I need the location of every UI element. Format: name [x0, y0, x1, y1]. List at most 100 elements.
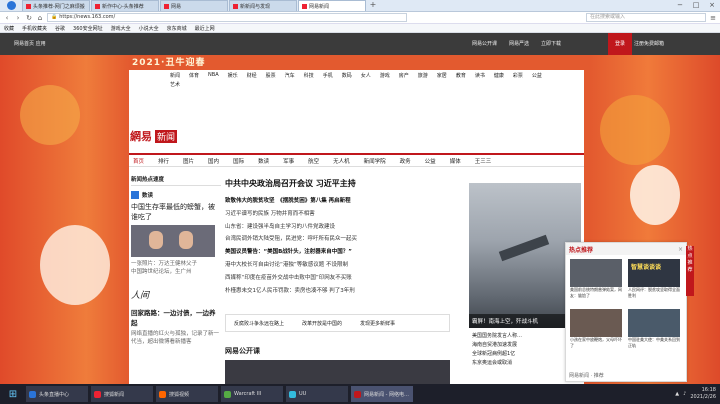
topnav-link[interactable]: 汽车 — [285, 72, 295, 79]
news-item[interactable]: 美国议员警告：“美国B战针头，注射器来自中国？” — [225, 246, 450, 259]
topnav-link[interactable]: 读书 — [475, 72, 485, 79]
taskbar-app[interactable]: 网易新闻 - 网络电… — [351, 386, 413, 402]
tab-4[interactable]: 新新闻与发现 — [229, 0, 297, 11]
topnav-link[interactable]: 健康 — [494, 72, 504, 79]
maximize-icon[interactable]: □ — [688, 0, 704, 11]
story-title[interactable]: 中国生存率最低的螃蟹，被谁吃了 — [131, 202, 221, 222]
channel-link[interactable]: 图片 — [183, 157, 194, 165]
news-item[interactable]: 台湾民调外销大陆受阻，民进党：呼吁所有民众一起买 — [225, 233, 450, 246]
topnav-link[interactable]: 娱乐 — [228, 72, 238, 79]
topnav-link[interactable]: NBA — [208, 72, 219, 79]
hot-item[interactable]: 中国驻美大使：中美关系回到正轨 — [628, 309, 680, 349]
minimize-icon[interactable]: − — [672, 0, 688, 11]
ticker-item[interactable]: 反腐败斗争永远在路上 — [234, 320, 284, 327]
top-link[interactable]: 立即下载 — [541, 40, 561, 47]
topnav-link[interactable]: 艺术 — [170, 81, 180, 88]
search-input[interactable]: 在此搜索或输入 — [586, 13, 706, 22]
hot-side-tab[interactable]: 热点推荐 — [686, 246, 694, 296]
channel-link[interactable]: 国际 — [233, 157, 244, 165]
topnav-link[interactable]: 家居 — [437, 72, 447, 79]
channel-link[interactable]: 新闻学院 — [364, 157, 386, 165]
section-label[interactable]: 数读 — [142, 191, 153, 199]
new-tab-button[interactable]: + — [367, 0, 379, 11]
login-button[interactable]: 登录 — [608, 33, 632, 55]
bookmark-item[interactable]: 最近上网 — [195, 25, 215, 32]
topnav-link[interactable]: 新闻 — [170, 72, 180, 79]
top-link[interactable]: 网易公开课 — [472, 40, 497, 47]
taskbar-app[interactable]: Warcraft III — [221, 386, 283, 402]
topnav-link[interactable]: 旅游 — [418, 72, 428, 79]
bookmark-item[interactable]: 收藏 — [4, 25, 14, 32]
channel-link[interactable]: 政务 — [400, 157, 411, 165]
news-item[interactable]: 致敬伟大的脱贫攻坚 《摆脱贫困》第八集 再启新程 — [225, 195, 450, 208]
channel-link[interactable]: 数读 — [258, 157, 269, 165]
news-item[interactable]: 西媒称“印度在疫苗外交战中击败中国”印网友不买账 — [225, 272, 450, 285]
channel-link[interactable]: 王三三 — [475, 157, 492, 165]
forward-icon[interactable]: › — [14, 14, 22, 22]
topnav-link[interactable]: 彩票 — [513, 72, 523, 79]
volume-icon[interactable]: ♪ — [683, 391, 686, 397]
topnav-link[interactable]: 公益 — [532, 72, 542, 79]
netease-news-logo[interactable]: 網易 新闻 — [130, 128, 190, 144]
hot-item[interactable]: 智慧谈谈谈 人民网评：脱贫攻坚取得全面胜利 — [628, 259, 680, 299]
reload-icon[interactable]: ↻ — [25, 14, 33, 22]
tab-2[interactable]: 新作中心-头条推荐 — [91, 0, 159, 11]
taskbar-app[interactable]: 搜狐新闻 — [91, 386, 153, 402]
top-link[interactable]: 网易严选 — [509, 40, 529, 47]
channel-link[interactable]: 媒体 — [450, 157, 461, 165]
tab-1[interactable]: 头条推荐-网门之麻烦搬 — [22, 0, 90, 11]
back-icon[interactable]: ‹ — [3, 14, 11, 22]
tab-3[interactable]: 网易 — [160, 0, 228, 11]
open-class-heading[interactable]: 网易公开课 — [225, 346, 260, 356]
site-top-left[interactable]: 网易首页 应用 — [14, 40, 46, 47]
topnav-link[interactable]: 房产 — [399, 72, 409, 79]
url-input[interactable]: 🔒 https://news.163.com/ — [47, 13, 407, 22]
channel-link[interactable]: 航空 — [308, 157, 319, 165]
bookmark-item[interactable]: 小说大全 — [139, 25, 159, 32]
topnav-link[interactable]: 数码 — [342, 72, 352, 79]
channel-link[interactable]: 排行 — [158, 157, 169, 165]
news-item[interactable]: 习近平谱写的民族 万物并育而不相害 — [225, 208, 450, 221]
news-item[interactable]: 朴槿惠未交1亿人民币罚款：卖房也凑不够 判了3年刑 — [225, 285, 450, 298]
channel-link[interactable]: 国内 — [208, 157, 219, 165]
story-photo[interactable] — [131, 225, 215, 257]
news-item[interactable]: 山东省：建设强半岛自主学习的八件党政建设 — [225, 221, 450, 234]
topnav-link[interactable]: 游戏 — [380, 72, 390, 79]
topnav-link[interactable]: 财经 — [247, 72, 257, 79]
ticker-item[interactable]: 改革开放是中国的 — [302, 320, 342, 327]
channel-link[interactable]: 首页 — [133, 157, 144, 165]
home-icon[interactable]: ⌂ — [36, 14, 44, 22]
open-class-image[interactable] — [225, 360, 450, 384]
hot-item[interactable]: 美国前总统特朗普弹劾案，网友：尴尬了 — [570, 259, 622, 299]
start-button[interactable]: ⊞ — [3, 385, 23, 403]
person-sub[interactable]: 网络直播的红火与孤独，记录了新一代当，超出微博看新播客 — [131, 330, 221, 346]
bookmark-item[interactable]: 手机收藏夹 — [22, 25, 47, 32]
clock[interactable]: 16:18 2021/2/26 — [690, 387, 716, 401]
taskbar-app[interactable]: 搜狐视频 — [156, 386, 218, 402]
browser-logo-icon[interactable] — [0, 0, 22, 11]
photo-caption[interactable]: 一张照片：万达王健林父子 — [131, 260, 221, 268]
topnav-link[interactable]: 体育 — [189, 72, 199, 79]
menu-icon[interactable]: ≡ — [709, 14, 717, 22]
channel-link[interactable]: 无人机 — [333, 157, 350, 165]
news-item[interactable]: 港中大校长可自由讨论“港独”等敏感议题 不设限制 — [225, 259, 450, 272]
network-icon[interactable]: ▲ — [675, 391, 679, 397]
topnav-link[interactable]: 女人 — [361, 72, 371, 79]
ticker-item[interactable]: 发现更多新鲜事 — [360, 320, 395, 327]
bookmark-item[interactable]: 京东商城 — [167, 25, 187, 32]
register-mail-link[interactable]: 注册免费邮箱 — [634, 40, 664, 47]
channel-link[interactable]: 公益 — [425, 157, 436, 165]
tab-5-active[interactable]: 网易新闻 — [298, 0, 366, 11]
hot-item[interactable]: 小孩在家中放鞭炮，父母吓坏了 — [570, 309, 622, 349]
close-icon[interactable]: × — [704, 0, 720, 11]
top-headline[interactable]: 中共中央政治局召开会议 习近平主持 — [225, 178, 450, 189]
bookmark-item[interactable]: 游戏大全 — [111, 25, 131, 32]
topnav-link[interactable]: 手机 — [323, 72, 333, 79]
close-popup-button[interactable]: × — [678, 246, 683, 253]
person-story[interactable]: 回家路路：一边讨债，一边养起 — [131, 307, 221, 327]
channel-link[interactable]: 军事 — [283, 157, 294, 165]
topnav-link[interactable]: 股票 — [266, 72, 276, 79]
topnav-link[interactable]: 教育 — [456, 72, 466, 79]
bookmark-item[interactable]: 360安全网址 — [73, 25, 103, 32]
topnav-link[interactable]: 科技 — [304, 72, 314, 79]
